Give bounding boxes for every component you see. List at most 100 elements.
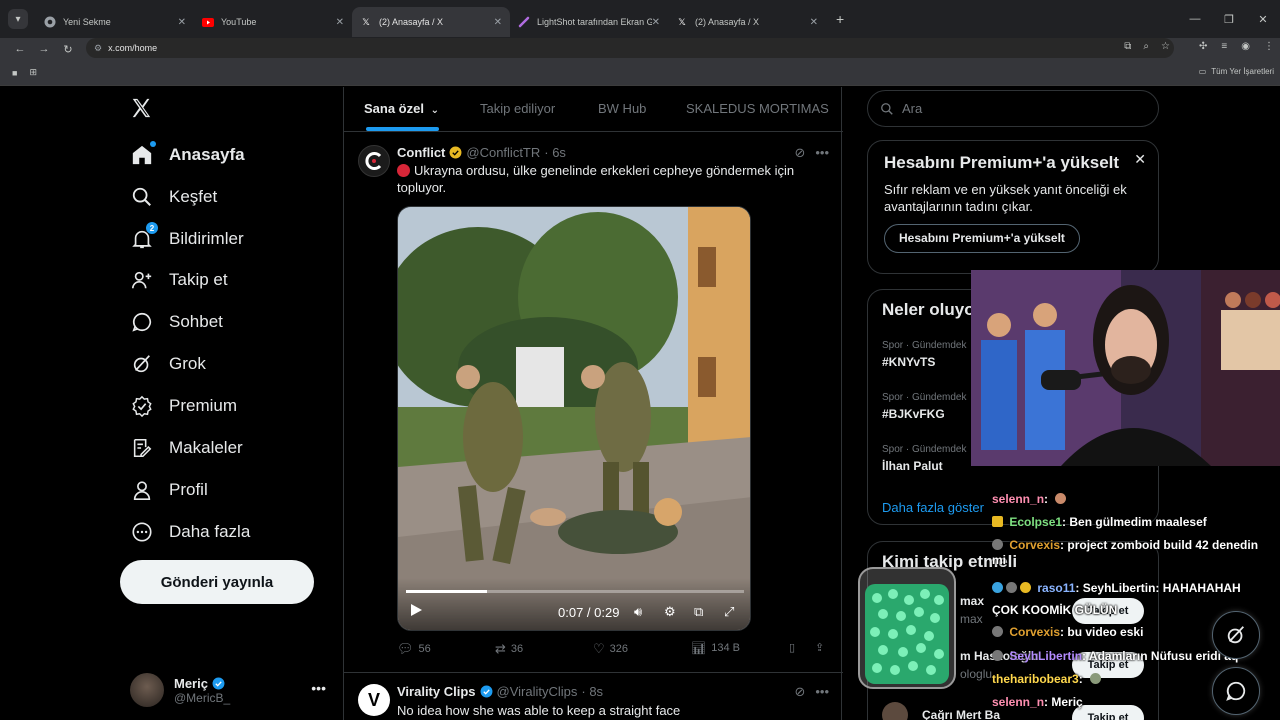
chat-username: Corvexis [1009, 625, 1061, 639]
nav-chat[interactable]: Sohbet [130, 310, 223, 334]
post-time[interactable]: · 8s [581, 684, 603, 699]
nav-premium[interactable]: Premium [130, 394, 237, 418]
trend-item[interactable]: Spor · Gündemdek İlhan Palut [882, 444, 967, 473]
video-progress-bar[interactable] [406, 590, 744, 593]
like-count: 326 [609, 643, 629, 655]
lightshot-icon [518, 16, 530, 28]
author-handle[interactable]: @ViralityClips [497, 684, 578, 699]
x-logo-icon[interactable] [130, 97, 156, 123]
suggestion-name[interactable]: Çağrı Mert Ba [922, 708, 1000, 720]
bookmark-icon[interactable]: ▯ [789, 641, 795, 654]
minimize-icon[interactable]: — [1178, 13, 1212, 25]
repost-button[interactable]: ⇄ 36 [495, 641, 523, 657]
bookmark-square-icon[interactable]: ■ [12, 68, 17, 78]
like-button[interactable]: ♡ 326 [593, 641, 628, 657]
nav-articles[interactable]: Makaleler [130, 436, 243, 460]
nav-profile[interactable]: Profil [130, 478, 208, 502]
nav-notifications[interactable]: 2 Bildirimler [130, 222, 244, 251]
browser-tab[interactable]: LightShot tarafından Ekran Gör ✕ [510, 7, 668, 37]
zoom-icon[interactable]: ⌕ [1143, 41, 1149, 52]
address-bar[interactable]: ⚙ x.com/home [86, 38, 1174, 58]
settings-icon[interactable]: ⚙ [664, 604, 676, 620]
play-icon[interactable] [410, 603, 423, 620]
restore-icon[interactable]: ❐ [1212, 13, 1246, 26]
grok-icon[interactable]: ⊘ [794, 684, 805, 700]
nav-more[interactable]: Daha fazla [130, 520, 250, 544]
chat-text: : [1044, 492, 1049, 506]
tab-for-you[interactable]: Sana özel ⌄ [364, 101, 439, 116]
post[interactable]: V Virality Clips @ViralityClips · 8s ⊘ •… [344, 674, 843, 720]
suggestion-name[interactable]: max [960, 594, 984, 608]
tab-skaledus[interactable]: SKALEDUS MORTIMAS [686, 101, 829, 116]
media-icon[interactable]: ≡ [1221, 41, 1227, 52]
picture-in-picture-icon[interactable]: ⧉ [694, 604, 703, 620]
apps-grid-icon[interactable]: ⊞ [29, 67, 37, 78]
views-button[interactable]: 📊︎ 134 B [691, 641, 740, 655]
back-icon[interactable]: ← [8, 43, 32, 55]
tab-search-button[interactable]: ▾ [8, 9, 28, 29]
more-horizontal-icon[interactable]: ••• [815, 145, 829, 161]
extensions-icon[interactable]: ✣ [1199, 41, 1207, 52]
share-icon[interactable]: ⇪ [815, 641, 824, 654]
avatar[interactable] [882, 702, 908, 720]
post-button[interactable]: Gönderi yayınla [120, 560, 314, 604]
chat-username: theharibobear3 [992, 672, 1079, 686]
chat-message: Corvexis: project zomboid build 42 dened… [992, 538, 1258, 552]
tab-bw-hub[interactable]: BW Hub [598, 101, 646, 116]
close-icon[interactable]: ✕ [1134, 151, 1146, 168]
browser-tab[interactable]: YouTube ✕ [194, 7, 352, 37]
post[interactable]: Conflict @ConflictTR · 6s ⊘ ••• Ukrayna … [344, 133, 843, 673]
close-tab-icon[interactable]: ✕ [810, 17, 818, 28]
premium-upgrade-button[interactable]: Hesabını Premium+'a yükselt [884, 224, 1080, 253]
profile-icon[interactable]: ◉ [1241, 41, 1250, 52]
all-bookmarks[interactable]: ▭ Tüm Yer İşaretleri [1199, 67, 1274, 76]
volume-icon[interactable]: 🔊︎ [634, 604, 642, 620]
avatar[interactable] [358, 145, 390, 177]
more-horizontal-icon[interactable]: ••• [311, 680, 326, 696]
author-name[interactable]: Conflict [397, 145, 445, 160]
reply-button[interactable]: 💬︎ 56 [397, 641, 431, 657]
nav-home[interactable]: Anasayfa [130, 141, 245, 167]
nav-explore[interactable]: Keşfet [130, 185, 217, 209]
messages-floating-button[interactable] [1212, 667, 1260, 715]
site-info-icon[interactable]: ⚙ [94, 43, 102, 54]
trend-item[interactable]: Spor · Gündemdek #KNYvTS [882, 340, 967, 369]
grok-floating-button[interactable] [1212, 611, 1260, 659]
close-window-icon[interactable]: ✕ [1246, 13, 1280, 26]
bookmark-star-icon[interactable]: ☆ [1161, 41, 1170, 52]
emote-icon [1055, 493, 1067, 504]
account-switcher[interactable]: Meriç @MericB_ ••• [130, 670, 330, 710]
chat-message-cont: ÇOK KOOMİK GÜLÜN [992, 603, 1117, 617]
reload-icon[interactable]: ↻ [56, 43, 80, 56]
search-icon [881, 102, 893, 115]
close-tab-icon[interactable]: ✕ [336, 17, 344, 28]
webcam-frame [971, 270, 1280, 466]
search-input[interactable]: Ara [867, 90, 1159, 127]
author-name[interactable]: Virality Clips [397, 684, 476, 699]
tab-following[interactable]: Takip ediliyor [480, 101, 555, 116]
author-handle[interactable]: @ConflictTR [466, 145, 540, 160]
avatar[interactable]: V [358, 684, 390, 716]
close-tab-icon[interactable]: ✕ [652, 17, 660, 28]
omnibox-actions: ⧉ ⌕ ☆ [1124, 41, 1170, 52]
install-icon[interactable]: ⧉ [1124, 41, 1131, 52]
show-more-link[interactable]: Daha fazla göster [882, 500, 984, 515]
close-tab-icon[interactable]: ✕ [494, 17, 502, 28]
browser-tab[interactable]: Yeni Sekme ✕ [36, 7, 194, 37]
browser-tab-active[interactable]: 𝕏 (2) Anasayfa / X ✕ [352, 7, 510, 37]
trend-item[interactable]: Spor · Gündemdek #BJKvFKG [882, 392, 967, 421]
post-video[interactable]: 0:07 / 0:29 🔊︎ ⚙ ⧉ ⤢ [397, 206, 751, 631]
forward-icon[interactable]: → [32, 43, 56, 55]
x-icon: 𝕏 [362, 16, 370, 27]
menu-icon[interactable]: ⋮ [1264, 41, 1274, 52]
grok-icon[interactable]: ⊘ [794, 145, 805, 161]
fullscreen-icon[interactable]: ⤢ [724, 604, 734, 620]
browser-tab[interactable]: 𝕏 (2) Anasayfa / X ✕ [668, 7, 826, 37]
search-icon [130, 185, 154, 209]
more-horizontal-icon[interactable]: ••• [815, 684, 829, 700]
new-tab-button[interactable]: + [836, 11, 844, 27]
close-tab-icon[interactable]: ✕ [178, 17, 186, 28]
post-time[interactable]: · 6s [544, 145, 566, 160]
nav-follow[interactable]: Takip et [130, 268, 228, 292]
nav-grok[interactable]: Grok [130, 352, 206, 376]
